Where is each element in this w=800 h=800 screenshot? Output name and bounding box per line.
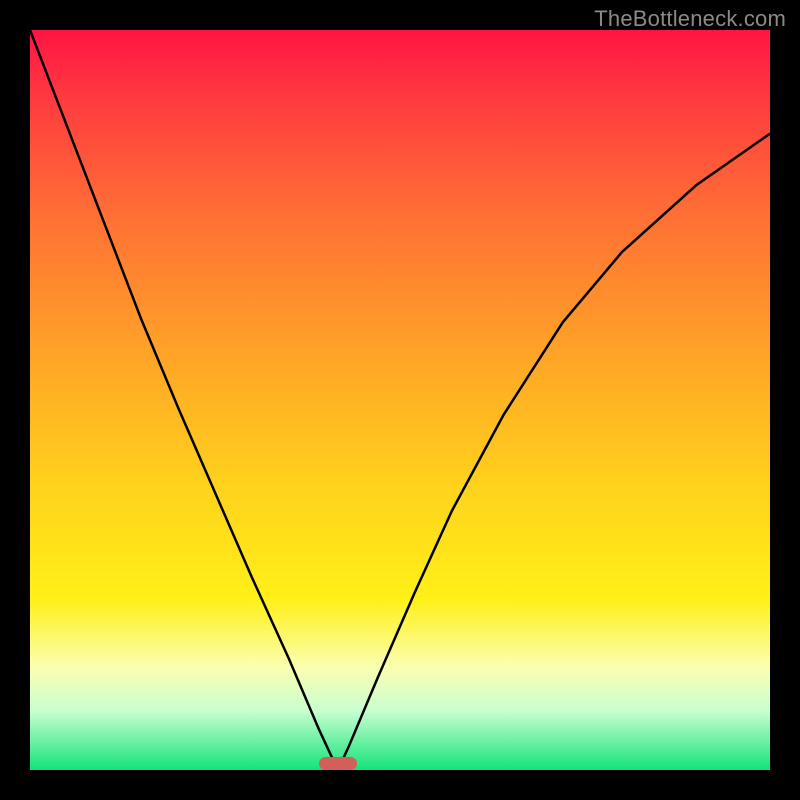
watermark-text: TheBottleneck.com	[594, 6, 786, 32]
plot-area	[30, 30, 770, 770]
curve-layer	[30, 30, 770, 770]
minimum-marker	[319, 757, 357, 770]
outer-frame: TheBottleneck.com	[0, 0, 800, 800]
bottleneck-curve	[30, 30, 770, 770]
